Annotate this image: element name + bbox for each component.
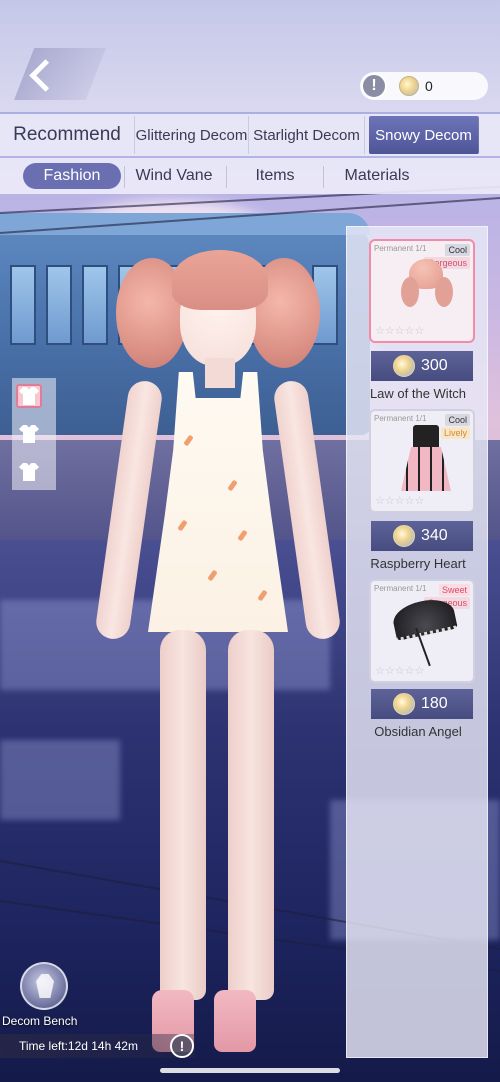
price-value: 180 <box>421 695 448 712</box>
item-card-obsidian-angel[interactable]: Permanent 1/1 Sweet Gorgeous ☆☆☆☆☆ <box>369 579 475 683</box>
time-left-text: Time left:12d 14h 42m <box>19 1039 138 1053</box>
price-value: 300 <box>421 357 448 374</box>
item-name: Obsidian Angel <box>374 724 462 739</box>
left-leg <box>160 630 206 1000</box>
exclamation-icon[interactable]: ! <box>170 1034 194 1058</box>
currency-value: 0 <box>425 78 433 94</box>
swatch-white-alt[interactable] <box>16 460 42 484</box>
item-card-law-of-the-witch[interactable]: Permanent 1/1 Cool Gorgeous ☆☆☆☆☆ <box>369 239 475 343</box>
exclamation-icon[interactable]: ! <box>361 73 387 99</box>
style-tag: Cool <box>445 244 470 256</box>
coin-icon <box>393 693 415 715</box>
coin-icon <box>399 76 419 96</box>
permanent-label: Permanent 1/1 <box>374 244 427 253</box>
rarity-stars: ☆☆☆☆☆ <box>375 325 425 337</box>
home-indicator[interactable] <box>160 1068 340 1073</box>
subtab-wind-vane[interactable]: Wind Vane <box>128 163 220 189</box>
hair-fringe <box>172 250 268 310</box>
shirt-icon <box>19 463 39 481</box>
permanent-label: Permanent 1/1 <box>374 414 427 423</box>
right-leg <box>228 630 274 1000</box>
tab-starlight-decom[interactable]: Starlight Decom <box>249 116 365 154</box>
tab-snowy-decom[interactable]: Snowy Decom <box>369 116 479 154</box>
currency-display: ! 0 <box>360 72 488 100</box>
subtab-items[interactable]: Items <box>230 163 320 189</box>
tab-glittering-decom[interactable]: Glittering Decom <box>135 116 249 154</box>
subtab-fashion[interactable]: Fashion <box>23 163 121 189</box>
decom-bench-label: Decom Bench <box>2 1014 78 1028</box>
time-left-bar: Time left:12d 14h 42m <box>0 1034 195 1058</box>
price-value: 340 <box>421 527 448 544</box>
tab-recommend[interactable]: Recommend <box>0 116 135 154</box>
sub-tabs: Fashion Wind Vane Items Materials <box>0 158 500 194</box>
coin-icon <box>393 355 415 377</box>
decom-bench-icon[interactable] <box>20 962 68 1010</box>
price-button[interactable]: 340 <box>371 521 473 551</box>
dress-icon <box>401 425 451 497</box>
swatch-white[interactable] <box>16 422 42 446</box>
price-button[interactable]: 300 <box>371 351 473 381</box>
permanent-label: Permanent 1/1 <box>374 584 427 593</box>
character-model[interactable] <box>60 230 360 1060</box>
coin-icon <box>393 525 415 547</box>
shop-panel: Permanent 1/1 Cool Gorgeous ☆☆☆☆☆ 300 La… <box>346 226 488 1058</box>
shirt-icon <box>19 387 39 405</box>
item-card-raspberry-heart[interactable]: Permanent 1/1 Cool Lively ☆☆☆☆☆ <box>369 409 475 513</box>
right-sandal <box>214 990 256 1052</box>
style-tag: Sweet <box>438 584 470 596</box>
swatch-pink[interactable] <box>16 384 42 408</box>
category-tabs: Recommend Glittering Decom Starlight Dec… <box>0 114 500 156</box>
item-name: Raspberry Heart <box>370 556 466 571</box>
item-name: Law of the Witch <box>369 386 467 401</box>
wig-icon <box>401 259 453 311</box>
price-button[interactable]: 180 <box>371 689 473 719</box>
shirt-icon <box>19 425 39 443</box>
subtab-materials[interactable]: Materials <box>330 163 424 189</box>
umbrella-icon <box>389 594 459 667</box>
rarity-stars: ☆☆☆☆☆ <box>375 495 425 507</box>
rarity-stars: ☆☆☆☆☆ <box>375 665 425 677</box>
